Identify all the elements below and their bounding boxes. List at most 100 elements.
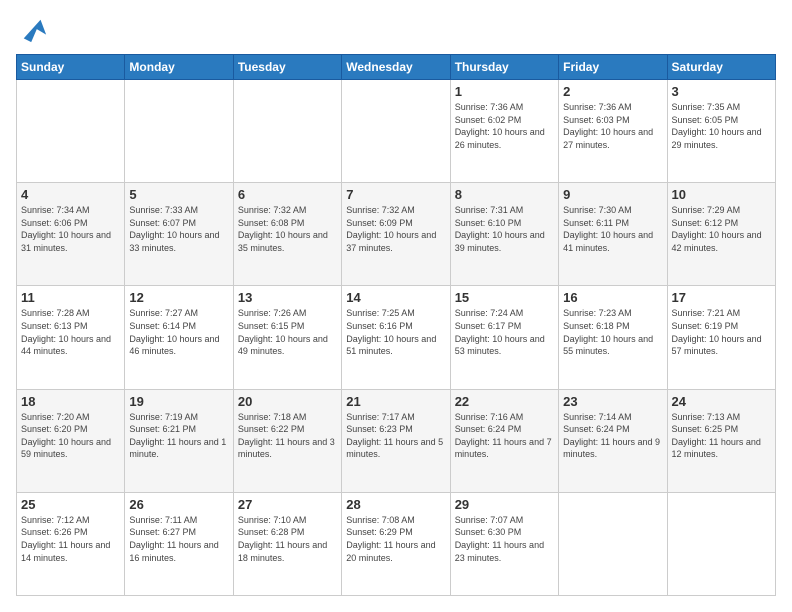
calendar-header-sunday: Sunday <box>17 55 125 80</box>
calendar-cell: 24 Sunrise: 7:13 AMSunset: 6:25 PMDayligh… <box>667 389 775 492</box>
day-number: 12 <box>129 290 228 305</box>
day-info: Sunrise: 7:33 AMSunset: 6:07 PMDaylight:… <box>129 204 228 254</box>
calendar-cell: 20 Sunrise: 7:18 AMSunset: 6:22 PMDayligh… <box>233 389 341 492</box>
calendar-cell: 9 Sunrise: 7:30 AMSunset: 6:11 PMDaylight… <box>559 183 667 286</box>
day-info: Sunrise: 7:34 AMSunset: 6:06 PMDaylight:… <box>21 204 120 254</box>
day-number: 15 <box>455 290 554 305</box>
calendar-cell: 15 Sunrise: 7:24 AMSunset: 6:17 PMDayligh… <box>450 286 558 389</box>
calendar-cell: 10 Sunrise: 7:29 AMSunset: 6:12 PMDayligh… <box>667 183 775 286</box>
day-number: 16 <box>563 290 662 305</box>
calendar-header-friday: Friday <box>559 55 667 80</box>
day-number: 11 <box>21 290 120 305</box>
day-info: Sunrise: 7:07 AMSunset: 6:30 PMDaylight:… <box>455 514 554 564</box>
calendar-cell: 8 Sunrise: 7:31 AMSunset: 6:10 PMDaylight… <box>450 183 558 286</box>
calendar-header-saturday: Saturday <box>667 55 775 80</box>
logo-icon <box>20 16 48 44</box>
day-info: Sunrise: 7:08 AMSunset: 6:29 PMDaylight:… <box>346 514 445 564</box>
calendar-cell: 11 Sunrise: 7:28 AMSunset: 6:13 PMDayligh… <box>17 286 125 389</box>
calendar-cell <box>342 80 450 183</box>
day-number: 22 <box>455 394 554 409</box>
calendar-cell: 13 Sunrise: 7:26 AMSunset: 6:15 PMDayligh… <box>233 286 341 389</box>
day-info: Sunrise: 7:35 AMSunset: 6:05 PMDaylight:… <box>672 101 771 151</box>
day-number: 10 <box>672 187 771 202</box>
day-number: 27 <box>238 497 337 512</box>
calendar-header-tuesday: Tuesday <box>233 55 341 80</box>
day-number: 18 <box>21 394 120 409</box>
day-number: 20 <box>238 394 337 409</box>
day-info: Sunrise: 7:13 AMSunset: 6:25 PMDaylight:… <box>672 411 771 461</box>
page: SundayMondayTuesdayWednesdayThursdayFrid… <box>0 0 792 612</box>
calendar-header-wednesday: Wednesday <box>342 55 450 80</box>
calendar-cell: 7Sunrise: 7:32 AMSunset: 6:09 PMDaylight… <box>342 183 450 286</box>
day-info: Sunrise: 7:31 AMSunset: 6:10 PMDaylight:… <box>455 204 554 254</box>
logo <box>16 16 48 44</box>
calendar-cell: 12 Sunrise: 7:27 AMSunset: 6:14 PMDayligh… <box>125 286 233 389</box>
calendar-cell: 21 Sunrise: 7:17 AMSunset: 6:23 PMDayligh… <box>342 389 450 492</box>
day-number: 5 <box>129 187 228 202</box>
calendar-cell: 16 Sunrise: 7:23 AMSunset: 6:18 PMDayligh… <box>559 286 667 389</box>
calendar-cell: 22 Sunrise: 7:16 AMSunset: 6:24 PMDayligh… <box>450 389 558 492</box>
day-info: Sunrise: 7:36 AMSunset: 6:03 PMDaylight:… <box>563 101 662 151</box>
calendar-cell <box>233 80 341 183</box>
day-number: 13 <box>238 290 337 305</box>
day-number: 2 <box>563 84 662 99</box>
calendar-week-0: 1 Sunrise: 7:36 AMSunset: 6:02 PMDaylight… <box>17 80 776 183</box>
day-number: 1 <box>455 84 554 99</box>
calendar-cell: 4 Sunrise: 7:34 AMSunset: 6:06 PMDaylight… <box>17 183 125 286</box>
day-info: Sunrise: 7:17 AMSunset: 6:23 PMDaylight:… <box>346 411 445 461</box>
calendar-cell: 17 Sunrise: 7:21 AMSunset: 6:19 PMDayligh… <box>667 286 775 389</box>
calendar-cell: 23 Sunrise: 7:14 AMSunset: 6:24 PMDayligh… <box>559 389 667 492</box>
day-number: 17 <box>672 290 771 305</box>
day-info: Sunrise: 7:19 AMSunset: 6:21 PMDaylight:… <box>129 411 228 461</box>
day-info: Sunrise: 7:10 AMSunset: 6:28 PMDaylight:… <box>238 514 337 564</box>
day-info: Sunrise: 7:21 AMSunset: 6:19 PMDaylight:… <box>672 307 771 357</box>
calendar-cell: 5 Sunrise: 7:33 AMSunset: 6:07 PMDaylight… <box>125 183 233 286</box>
day-info: Sunrise: 7:25 AMSunset: 6:16 PMDaylight:… <box>346 307 445 357</box>
day-info: Sunrise: 7:32 AMSunset: 6:08 PMDaylight:… <box>238 204 337 254</box>
calendar-cell: 19 Sunrise: 7:19 AMSunset: 6:21 PMDayligh… <box>125 389 233 492</box>
day-info: Sunrise: 7:18 AMSunset: 6:22 PMDaylight:… <box>238 411 337 461</box>
calendar-cell: 27 Sunrise: 7:10 AMSunset: 6:28 PMDayligh… <box>233 492 341 595</box>
day-info: Sunrise: 7:28 AMSunset: 6:13 PMDaylight:… <box>21 307 120 357</box>
day-info: Sunrise: 7:27 AMSunset: 6:14 PMDaylight:… <box>129 307 228 357</box>
day-number: 25 <box>21 497 120 512</box>
day-number: 8 <box>455 187 554 202</box>
day-info: Sunrise: 7:14 AMSunset: 6:24 PMDaylight:… <box>563 411 662 461</box>
day-info: Sunrise: 7:23 AMSunset: 6:18 PMDaylight:… <box>563 307 662 357</box>
calendar-header-monday: Monday <box>125 55 233 80</box>
day-info: Sunrise: 7:32 AMSunset: 6:09 PMDaylight:… <box>346 204 445 254</box>
day-number: 21 <box>346 394 445 409</box>
day-info: Sunrise: 7:36 AMSunset: 6:02 PMDaylight:… <box>455 101 554 151</box>
day-info: Sunrise: 7:16 AMSunset: 6:24 PMDaylight:… <box>455 411 554 461</box>
day-number: 3 <box>672 84 771 99</box>
day-number: 19 <box>129 394 228 409</box>
calendar-header-thursday: Thursday <box>450 55 558 80</box>
day-number: 6 <box>238 187 337 202</box>
day-info: Sunrise: 7:12 AMSunset: 6:26 PMDaylight:… <box>21 514 120 564</box>
calendar-cell: 25 Sunrise: 7:12 AMSunset: 6:26 PMDayligh… <box>17 492 125 595</box>
calendar-cell <box>667 492 775 595</box>
day-info: Sunrise: 7:29 AMSunset: 6:12 PMDaylight:… <box>672 204 771 254</box>
day-number: 4 <box>21 187 120 202</box>
calendar-cell <box>125 80 233 183</box>
day-number: 14 <box>346 290 445 305</box>
day-info: Sunrise: 7:11 AMSunset: 6:27 PMDaylight:… <box>129 514 228 564</box>
calendar-cell: 26Sunrise: 7:11 AMSunset: 6:27 PMDayligh… <box>125 492 233 595</box>
calendar-week-2: 11 Sunrise: 7:28 AMSunset: 6:13 PMDayligh… <box>17 286 776 389</box>
calendar-cell: 18 Sunrise: 7:20 AMSunset: 6:20 PMDayligh… <box>17 389 125 492</box>
day-number: 24 <box>672 394 771 409</box>
day-number: 29 <box>455 497 554 512</box>
calendar-header-row: SundayMondayTuesdayWednesdayThursdayFrid… <box>17 55 776 80</box>
day-number: 9 <box>563 187 662 202</box>
calendar-week-4: 25 Sunrise: 7:12 AMSunset: 6:26 PMDayligh… <box>17 492 776 595</box>
calendar-cell: 3 Sunrise: 7:35 AMSunset: 6:05 PMDaylight… <box>667 80 775 183</box>
day-info: Sunrise: 7:20 AMSunset: 6:20 PMDaylight:… <box>21 411 120 461</box>
calendar-cell: 14 Sunrise: 7:25 AMSunset: 6:16 PMDayligh… <box>342 286 450 389</box>
day-info: Sunrise: 7:26 AMSunset: 6:15 PMDaylight:… <box>238 307 337 357</box>
day-number: 23 <box>563 394 662 409</box>
calendar-week-1: 4 Sunrise: 7:34 AMSunset: 6:06 PMDaylight… <box>17 183 776 286</box>
day-number: 28 <box>346 497 445 512</box>
day-info: Sunrise: 7:30 AMSunset: 6:11 PMDaylight:… <box>563 204 662 254</box>
calendar-cell: 28 Sunrise: 7:08 AMSunset: 6:29 PMDayligh… <box>342 492 450 595</box>
day-info: Sunrise: 7:24 AMSunset: 6:17 PMDaylight:… <box>455 307 554 357</box>
